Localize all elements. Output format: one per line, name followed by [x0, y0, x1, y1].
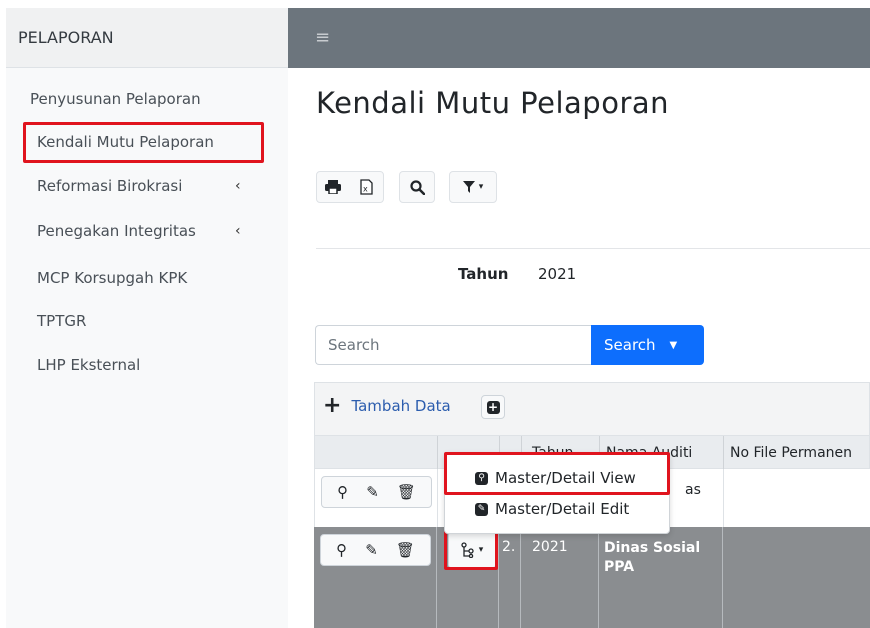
highlight-box-tree-button — [444, 530, 498, 570]
highlight-box-master-detail-view — [444, 452, 670, 495]
cell-divider — [437, 469, 438, 527]
grid-toolbar: + Tambah Data + — [314, 382, 870, 435]
nama-auditi-cell: Dinas Sosial PPA — [604, 540, 701, 575]
sidebar-item-reformasi-birokrasi[interactable]: Reformasi Birokrasi ‹ — [37, 177, 241, 195]
delete-icon[interactable]: 🗑 — [396, 541, 415, 559]
sidebar-item-penyusunan-pelaporan[interactable]: Penyusunan Pelaporan — [30, 90, 201, 108]
menu-item-master-detail-edit[interactable]: ✎ Master/Detail Edit — [445, 494, 669, 524]
cell-divider — [436, 527, 437, 628]
sidebar-title: PELAPORAN — [18, 28, 114, 47]
master-detail-edit-icon: ✎ — [475, 502, 488, 516]
filter-icon: ▾ — [450, 172, 496, 202]
tambah-data-label: Tambah Data — [351, 397, 451, 415]
cell-divider — [520, 527, 521, 628]
edit-icon[interactable]: ✎ — [365, 541, 378, 559]
view-icon[interactable]: ⚲ — [336, 541, 347, 559]
search-button-label: Search — [604, 336, 656, 354]
sidebar-item-label: TPTGR — [37, 312, 87, 330]
caret-down-icon: ▾ — [478, 182, 484, 192]
menu-item-label: Master/Detail Edit — [495, 500, 630, 518]
plus-square-icon: + — [486, 399, 500, 414]
tahun-value: 2021 — [538, 265, 577, 283]
column-header-no-file-permanen[interactable]: No File Permanen — [723, 436, 870, 470]
cell-divider — [722, 527, 723, 628]
sidebar-item-label: Penyusunan Pelaporan — [30, 90, 201, 108]
excel-icon[interactable]: x — [349, 172, 383, 202]
tambah-data-button[interactable]: + Tambah Data — [323, 395, 451, 417]
sidebar-item-lhp-eksternal[interactable]: LHP Eksternal — [37, 356, 140, 374]
row-action-group: ⚲ ✎ 🗑 — [320, 534, 431, 566]
svg-text:x: x — [363, 185, 368, 194]
search-button[interactable] — [399, 171, 435, 203]
sidebar-item-label: LHP Eksternal — [37, 356, 141, 374]
nama-auditi-cell: as — [685, 482, 701, 498]
sidebar-header: PELAPORAN — [6, 8, 288, 68]
filter-dropdown-button[interactable]: ▾ — [449, 171, 497, 203]
tahun-label: Tahun — [458, 265, 509, 283]
sidebar-item-label: MCP Korsupgah KPK — [37, 269, 188, 287]
search-icon — [400, 172, 434, 202]
row-action-group: ⚲ ✎ 🗑 — [321, 476, 432, 508]
delete-icon[interactable]: 🗑 — [397, 483, 416, 501]
sidebar-item-tptgr[interactable]: TPTGR — [37, 312, 86, 330]
chevron-left-icon: ‹ — [235, 223, 241, 239]
row-number-cell: 2. — [502, 539, 516, 555]
cell-divider — [723, 469, 724, 527]
tahun-cell: 2021 — [532, 539, 568, 555]
divider — [316, 248, 870, 249]
plus-icon: + — [323, 393, 342, 418]
hamburger-icon[interactable]: ≡ — [315, 29, 330, 47]
caret-down-icon[interactable]: ▼ — [670, 340, 678, 351]
sidebar-item-penegakan-integritas[interactable]: Penegakan Integritas ‹ — [37, 222, 241, 240]
highlight-box-sidebar — [23, 122, 264, 163]
cell-divider — [598, 527, 599, 628]
sidebar-item-label: Penegakan Integritas — [37, 222, 196, 240]
search-submit-button[interactable]: Search ▼ — [591, 325, 704, 365]
chevron-left-icon: ‹ — [235, 178, 241, 194]
cell-divider — [498, 527, 499, 628]
edit-icon[interactable]: ✎ — [366, 483, 379, 501]
sidebar-item-label: Reformasi Birokrasi — [37, 177, 183, 195]
sidebar-item-mcp-korsupgah-kpk[interactable]: MCP Korsupgah KPK — [37, 269, 187, 287]
top-navbar: ≡ — [288, 8, 870, 68]
page-title: Kendali Mutu Pelaporan — [316, 86, 670, 120]
view-icon[interactable]: ⚲ — [337, 483, 348, 501]
export-button-group: x — [316, 171, 384, 203]
search-input[interactable]: Search — [315, 325, 591, 365]
add-master-detail-button[interactable]: + — [481, 395, 505, 419]
print-icon[interactable] — [317, 172, 349, 202]
table-row-selected: ⚲ ✎ 🗑 2. 2021 Dinas Sosial PPA — [314, 527, 870, 628]
